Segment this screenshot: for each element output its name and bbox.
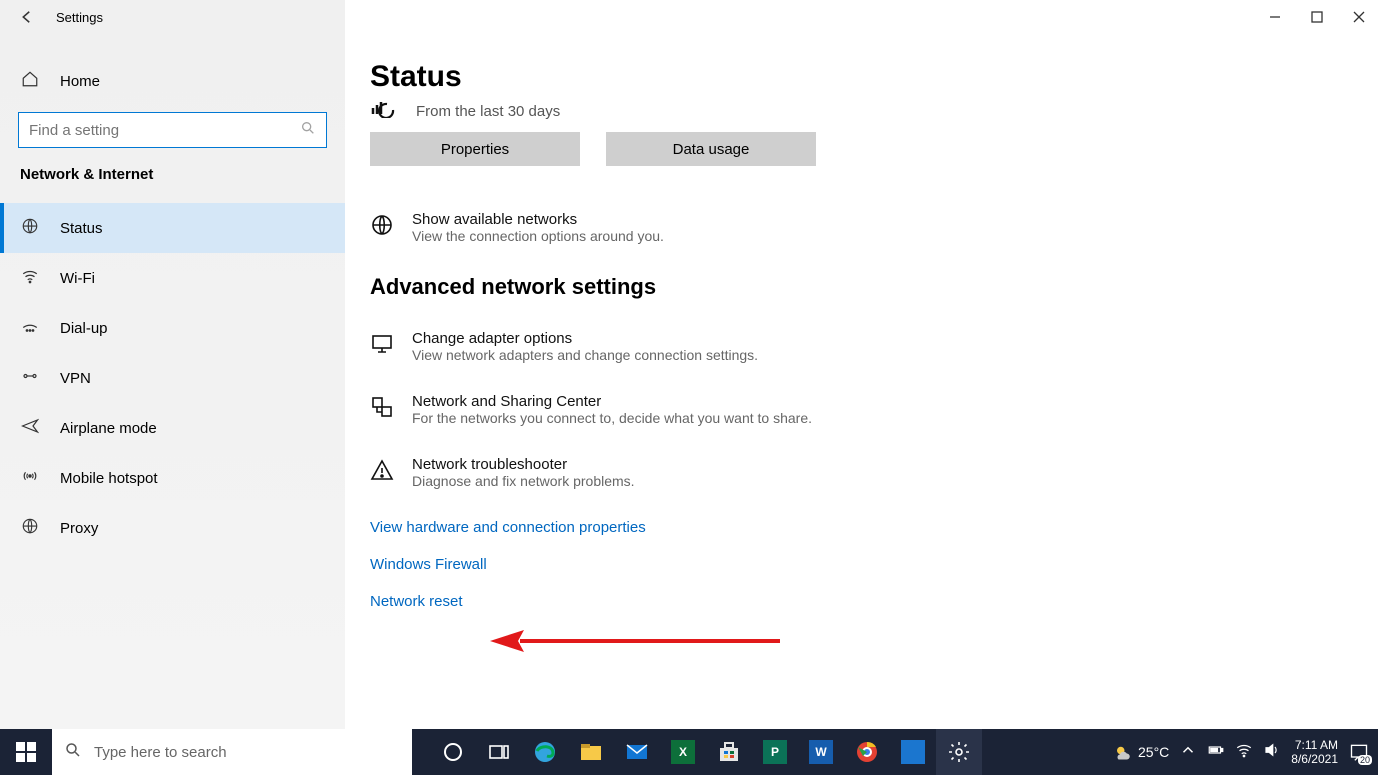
back-icon[interactable] [18,8,36,26]
link-firewall[interactable]: Windows Firewall [370,556,1358,573]
window-title: Settings [56,10,103,25]
notification-badge: 20 [1358,755,1372,765]
home-button[interactable]: Home [0,60,345,102]
airplane-icon [20,417,40,439]
tray-chevron-icon[interactable] [1179,741,1197,764]
minimize-button[interactable] [1268,10,1282,24]
home-icon [20,70,40,92]
sidebar-item-status[interactable]: Status [0,203,345,253]
explorer-icon[interactable] [568,729,614,775]
taskbar-search-placeholder: Type here to search [94,744,227,761]
sidebar-item-label: Status [60,220,103,237]
item-title: Network and Sharing Center [412,393,812,410]
search-icon [300,120,316,141]
meter-icon [370,100,400,122]
weather-icon [1114,743,1132,761]
sharing-center-item[interactable]: Network and Sharing Center For the netwo… [370,393,1358,426]
clock[interactable]: 7:11 AM 8/6/2021 [1291,738,1338,766]
sidebar-item-label: Mobile hotspot [60,470,158,487]
globe-icon [20,217,40,239]
taskview-icon[interactable] [476,729,522,775]
globe-icon [370,213,394,237]
change-adapter-item[interactable]: Change adapter options View network adap… [370,330,1358,363]
warning-icon [370,458,394,482]
taskbar: Type here to search X P W 25°C 7:11 AM 8… [0,729,1378,775]
sidebar-item-label: VPN [60,370,91,387]
sidebar-item-label: Wi-Fi [60,270,95,287]
chrome-icon[interactable] [844,729,890,775]
monitor-icon [370,332,394,356]
settings-taskbar-icon[interactable] [936,729,982,775]
maximize-button[interactable] [1310,10,1324,24]
publisher-icon[interactable]: P [752,729,798,775]
button-row: Properties Data usage [370,132,1358,166]
advanced-heading: Advanced network settings [370,274,1358,300]
sidebar-item-label: Airplane mode [60,420,157,437]
search-input[interactable] [29,122,300,139]
taskbar-search[interactable]: Type here to search [52,729,412,775]
time: 7:11 AM [1291,738,1338,752]
network-icon [370,395,394,419]
taskbar-icons: X P W [430,729,982,775]
item-subtitle: For the networks you connect to, decide … [412,410,812,426]
meter-row: From the last 30 days [370,100,1358,122]
cortana-icon[interactable] [430,729,476,775]
item-subtitle: View the connection options around you. [412,228,664,244]
store-icon[interactable] [706,729,752,775]
window-controls [1268,10,1366,24]
troubleshooter-item[interactable]: Network troubleshooter Diagnose and fix … [370,456,1358,489]
sidebar-item-proxy[interactable]: Proxy [0,503,345,553]
excel-icon[interactable]: X [660,729,706,775]
sidebar-item-hotspot[interactable]: Mobile hotspot [0,453,345,503]
main-content: Status From the last 30 days Properties … [370,60,1358,729]
sidebar: Settings Home Network & Internet Status … [0,0,345,729]
vpn-icon [20,367,40,389]
button-label: Properties [441,141,509,158]
tray-wifi-icon[interactable] [1235,741,1253,764]
link-hardware[interactable]: View hardware and connection properties [370,519,1358,536]
section-label: Network & Internet [0,166,345,183]
search-box[interactable] [18,112,327,148]
button-label: Data usage [673,141,750,158]
meter-text: From the last 30 days [416,103,560,120]
sidebar-item-wifi[interactable]: Wi-Fi [0,253,345,303]
link-network-reset[interactable]: Network reset [370,593,1358,610]
item-subtitle: View network adapters and change connect… [412,347,758,363]
sidebar-item-dialup[interactable]: Dial-up [0,303,345,353]
mail-icon[interactable] [614,729,660,775]
wifi-icon [20,267,40,289]
sidebar-item-vpn[interactable]: VPN [0,353,345,403]
item-title: Change adapter options [412,330,758,347]
data-usage-button[interactable]: Data usage [606,132,816,166]
notifications-button[interactable]: 20 [1348,741,1370,763]
titlebar: Settings [0,0,345,32]
edge-icon[interactable] [522,729,568,775]
home-label: Home [60,73,100,90]
tray-battery-icon[interactable] [1207,741,1225,764]
app-icon[interactable] [890,729,936,775]
date: 8/6/2021 [1291,752,1338,766]
start-button[interactable] [0,729,52,775]
item-title: Network troubleshooter [412,456,635,473]
proxy-icon [20,517,40,539]
tray-volume-icon[interactable] [1263,741,1281,764]
sidebar-item-airplane[interactable]: Airplane mode [0,403,345,453]
show-networks-item[interactable]: Show available networks View the connect… [370,211,1358,244]
dialup-icon [20,317,40,339]
close-button[interactable] [1352,10,1366,24]
item-title: Show available networks [412,211,664,228]
temperature: 25°C [1138,744,1169,760]
page-title: Status [370,60,1358,94]
hotspot-icon [20,467,40,489]
item-subtitle: Diagnose and fix network problems. [412,473,635,489]
properties-button[interactable]: Properties [370,132,580,166]
search-icon [64,741,82,764]
sidebar-item-label: Dial-up [60,320,108,337]
sidebar-item-label: Proxy [60,520,98,537]
word-icon[interactable]: W [798,729,844,775]
weather-widget[interactable]: 25°C [1114,743,1169,761]
system-tray: 25°C 7:11 AM 8/6/2021 20 [1114,738,1378,766]
